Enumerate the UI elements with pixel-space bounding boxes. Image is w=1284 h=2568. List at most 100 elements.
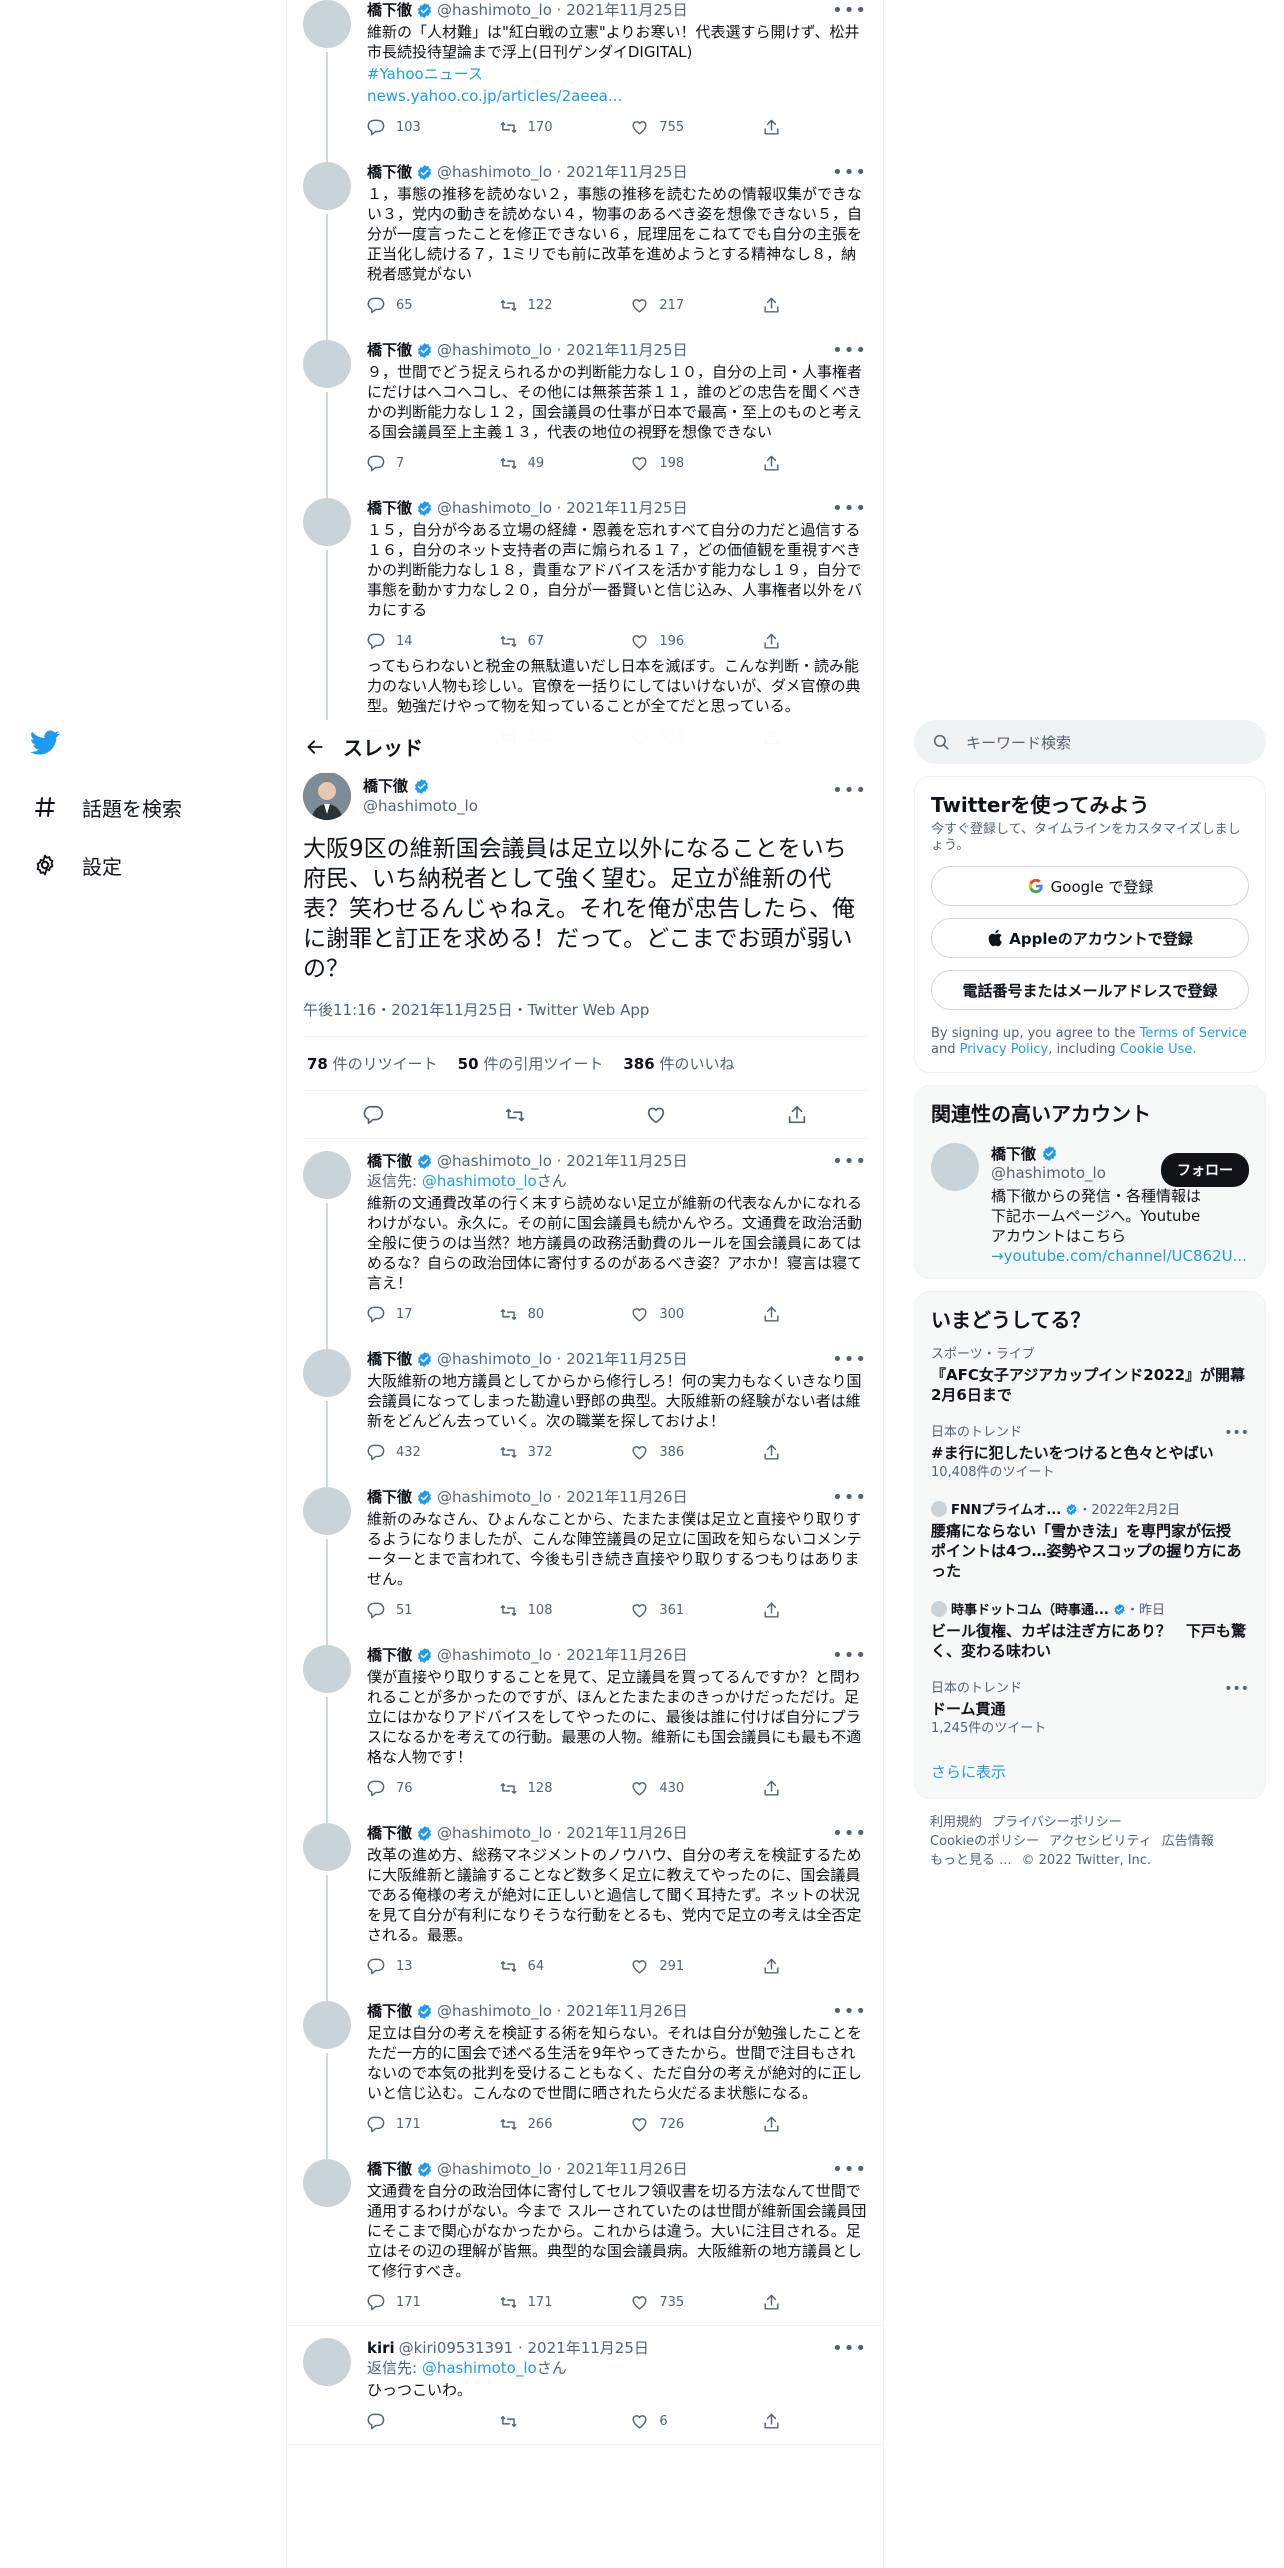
share-button[interactable]	[762, 454, 792, 473]
retweet-button[interactable]: 128	[499, 1779, 619, 1798]
trend-item[interactable]: 時事ドットコム（時事通... ・昨日 ビール復権、カギは注ぎ方にあり？ 下戸も驚く…	[915, 1591, 1265, 1671]
reply-button[interactable]: 7	[367, 454, 487, 473]
share-icon[interactable]	[762, 1305, 781, 1324]
reply-icon[interactable]	[367, 2115, 386, 2134]
heart-icon[interactable]	[630, 2293, 649, 2312]
share-button[interactable]	[762, 632, 792, 651]
tweet-date[interactable]: 2021年11月25日	[566, 0, 687, 20]
related-account-name[interactable]: 橋下徹	[991, 1143, 1036, 1164]
reply-tweet[interactable]: ••• 橋下徹 @hashimoto_lo · 2021年11月25日 大阪維新の地方…	[287, 1337, 883, 1487]
reply-tweet[interactable]: ••• 橋下徹 @hashimoto_lo · 2021年11月26日 足立は自分の考…	[287, 1989, 883, 2159]
heart-icon[interactable]	[630, 1779, 649, 1798]
like-button[interactable]: 755	[630, 118, 750, 137]
author-handle[interactable]: @kiri09531391	[399, 2338, 514, 2358]
reply-button[interactable]: 103	[367, 118, 487, 137]
reply-icon[interactable]	[367, 2412, 386, 2431]
avatar[interactable]	[303, 340, 351, 388]
like-button[interactable]: 217	[630, 296, 750, 315]
footer-link[interactable]: プライバシーポリシー	[992, 1815, 1122, 1830]
retweet-button[interactable]: 122	[499, 296, 619, 315]
reply-tweet[interactable]: ••• 橋下徹 @hashimoto_lo · 2021年11月26日 維新のみなさん…	[287, 1475, 883, 1645]
trend-item[interactable]: 日本のトレンド ドーム貫通 1,245件のツイート •••	[915, 1671, 1265, 1747]
reply-icon[interactable]	[367, 2293, 386, 2312]
author-name[interactable]: 橋下徹	[367, 1349, 412, 1369]
retweet-icon[interactable]	[504, 1104, 526, 1126]
more-icon[interactable]: •••	[832, 1151, 867, 1172]
share-button[interactable]	[762, 1601, 792, 1620]
more-icon[interactable]: •••	[832, 162, 867, 183]
google-signup-button[interactable]: Google で登録	[931, 866, 1249, 906]
author-name[interactable]: 橋下徹	[367, 1645, 412, 1665]
share-icon[interactable]	[762, 454, 781, 473]
retweet-icon[interactable]	[499, 1601, 518, 1620]
reply-button[interactable]: 76	[367, 1779, 487, 1798]
retweet-icon[interactable]	[499, 632, 518, 651]
reply-button[interactable]: 13	[367, 1957, 487, 1976]
author-name[interactable]: 橋下徹	[367, 2159, 412, 2179]
share-button[interactable]	[762, 2412, 792, 2431]
reply-button[interactable]: 14	[367, 632, 487, 651]
reply-button[interactable]: 65	[367, 296, 487, 315]
author-handle[interactable]: @hashimoto_lo	[437, 2159, 552, 2179]
more-icon[interactable]: •••	[1224, 1425, 1249, 1441]
heart-icon[interactable]	[630, 296, 649, 315]
retweet-button[interactable]: 64	[499, 1957, 619, 1976]
avatar[interactable]	[303, 162, 351, 210]
avatar[interactable]	[931, 1143, 979, 1191]
reply-icon[interactable]	[367, 1305, 386, 1324]
heart-icon[interactable]	[630, 454, 649, 473]
more-icon[interactable]: •••	[832, 2001, 867, 2022]
author-name[interactable]: 橋下徹	[367, 1823, 412, 1843]
like-button[interactable]: 361	[630, 1601, 750, 1620]
hashtag-link[interactable]: #Yahooニュース	[367, 64, 867, 84]
avatar[interactable]	[303, 1645, 351, 1693]
reply-tweet[interactable]: ••• 橋下徹 @hashimoto_lo · 2021年11月26日 改革の進め方、…	[287, 1811, 883, 2001]
author-handle[interactable]: @hashimoto_lo	[437, 1349, 552, 1369]
like-button[interactable]: 300	[630, 1305, 750, 1324]
more-icon[interactable]: •••	[832, 2338, 867, 2359]
share-icon[interactable]	[762, 2293, 781, 2312]
heart-icon[interactable]	[630, 118, 649, 137]
author-name[interactable]: kiri	[367, 2338, 395, 2358]
heart-icon[interactable]	[630, 2115, 649, 2134]
like-button[interactable]: 386	[630, 1443, 750, 1462]
avatar[interactable]	[303, 772, 351, 820]
retweet-button[interactable]	[499, 2412, 619, 2431]
footer-link[interactable]: 利用規約	[930, 1815, 982, 1830]
trend-item[interactable]: スポーツ・ライブ 『AFC女子アジアカップインド2022』が開幕 2月6日まで	[915, 1337, 1265, 1415]
share-button[interactable]	[762, 1779, 792, 1798]
reply-icon[interactable]	[367, 296, 386, 315]
show-more-link[interactable]: さらに表示	[915, 1747, 1265, 1798]
share-button[interactable]	[762, 1443, 792, 1462]
more-icon[interactable]: •••	[832, 2159, 867, 2180]
footer-link[interactable]: もっと見る ...	[930, 1853, 1012, 1868]
avatar[interactable]	[303, 2159, 351, 2207]
reply-tweet[interactable]: ••• kiri @kiri09531391 · 2021年11月25日 返信先: @…	[287, 2326, 883, 2445]
reply-icon[interactable]	[367, 1957, 386, 1976]
avatar[interactable]	[303, 1349, 351, 1397]
avatar[interactable]	[303, 1823, 351, 1871]
reply-icon[interactable]	[367, 1443, 386, 1462]
tweet-date[interactable]: 2021年11月25日	[566, 1151, 687, 1171]
thread-tweet[interactable]: ••• 橋下徹 @hashimoto_lo · 2021年11月25日 ９，世間でどう…	[287, 328, 883, 498]
cookie-link[interactable]: Cookie Use.	[1120, 1042, 1197, 1057]
author-handle[interactable]: @hashimoto_lo	[437, 162, 552, 182]
share-icon[interactable]	[786, 1104, 808, 1126]
more-icon[interactable]: •••	[832, 1823, 867, 1844]
follow-button[interactable]: フォロー	[1161, 1153, 1249, 1187]
retweet-icon[interactable]	[499, 1305, 518, 1324]
reply-to-mention[interactable]: @hashimoto_lo	[422, 2359, 537, 2377]
more-icon[interactable]: •••	[1224, 1681, 1249, 1697]
heart-icon[interactable]	[630, 2412, 649, 2431]
retweet-count-link[interactable]: 78 件のリツイート	[307, 1053, 438, 1074]
reply-button[interactable]: 171	[367, 2115, 487, 2134]
share-button[interactable]	[762, 2115, 792, 2134]
tweet-date[interactable]: 2021年11月26日	[566, 2159, 687, 2179]
like-button[interactable]: 735	[630, 2293, 750, 2312]
avatar[interactable]	[303, 1487, 351, 1535]
more-icon[interactable]: •••	[832, 340, 867, 361]
reply-tweet[interactable]: ••• 橋下徹 @hashimoto_lo · 2021年11月26日 文通費を自分の…	[287, 2147, 883, 2326]
thread-tweet[interactable]: ••• 橋下徹 @hashimoto_lo · 2021年11月25日 １５，自分が今…	[287, 486, 883, 676]
retweet-icon[interactable]	[499, 296, 518, 315]
reply-icon[interactable]	[363, 1104, 385, 1126]
